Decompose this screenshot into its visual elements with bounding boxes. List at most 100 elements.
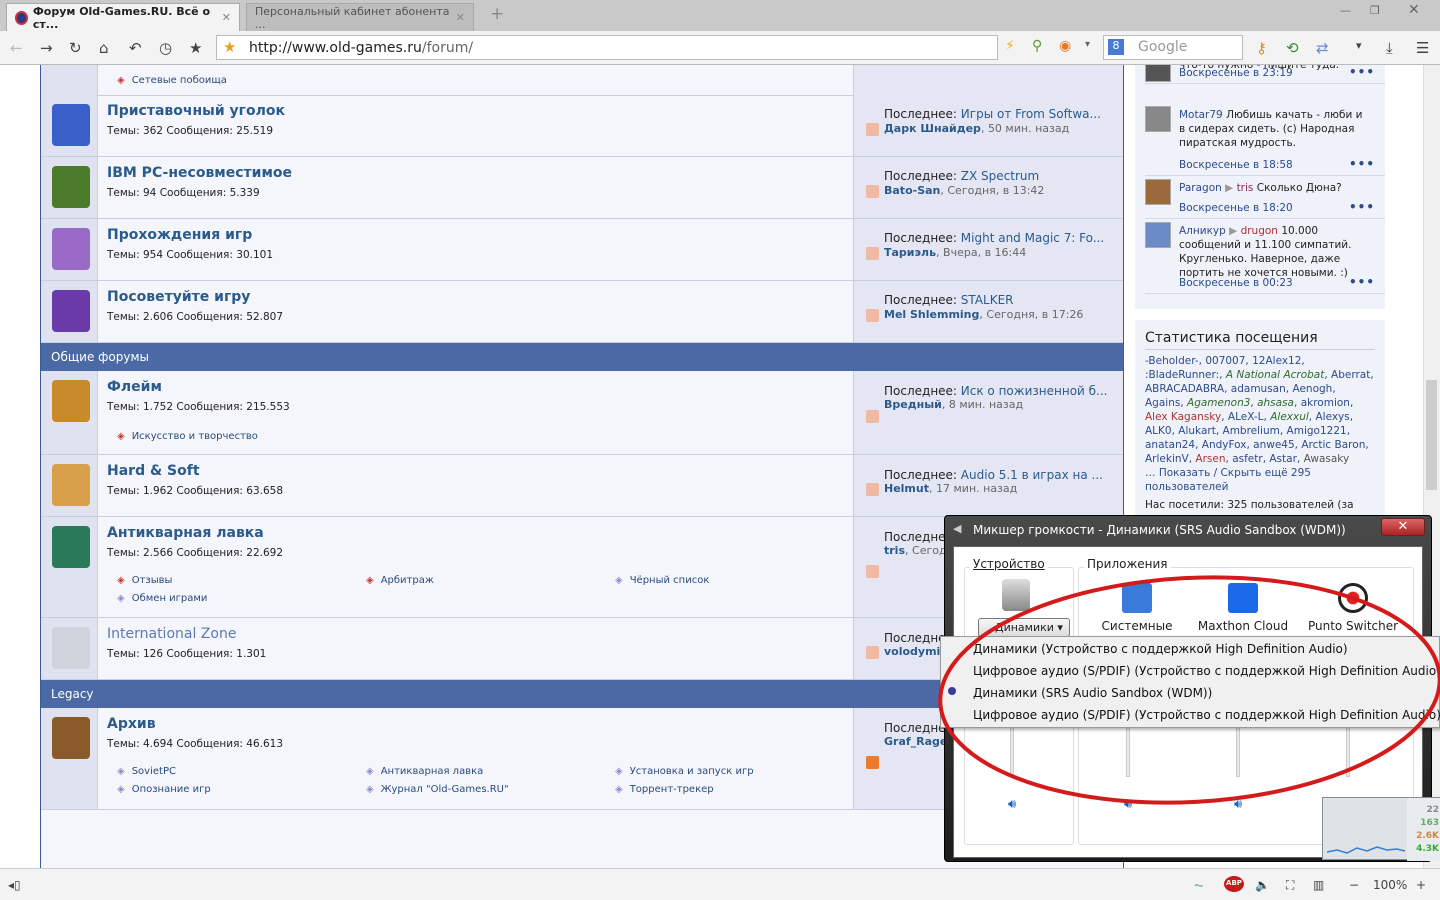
visitor-name-link[interactable]: akromion — [1301, 397, 1350, 409]
device-dropdown[interactable]: Динамики ▾ — [978, 618, 1070, 637]
zoom-level[interactable]: 100% — [1373, 878, 1407, 892]
rss-icon[interactable] — [866, 646, 879, 659]
google-icon[interactable]: 8 — [1108, 39, 1124, 55]
subforum-link[interactable]: ◈ Установка и запуск игр — [615, 766, 754, 777]
visitor-name-link[interactable]: ALK0 — [1145, 425, 1172, 437]
forum-title-link[interactable]: Hard & Soft — [107, 463, 200, 479]
volume-slider[interactable] — [1126, 727, 1130, 777]
visitor-name-link[interactable]: Awasaky — [1304, 453, 1350, 465]
last-post-thread-link[interactable]: ZX Spectrum — [961, 169, 1039, 183]
zoom-out-button[interactable]: − — [1349, 878, 1359, 892]
subforum-link[interactable]: ◈ Искусство и творчество — [117, 431, 258, 442]
visitor-name-link[interactable]: AndyFox — [1202, 439, 1247, 451]
visitor-name-link[interactable]: Aberrat — [1331, 369, 1370, 381]
visitor-name-link[interactable]: Arsen — [1195, 453, 1225, 465]
volume-slider[interactable] — [1236, 727, 1240, 777]
subforum-link[interactable]: ◈ Антикварная лавка — [366, 766, 483, 777]
visitor-name-link[interactable]: Astar — [1269, 453, 1297, 465]
visitor-name-link[interactable]: ALeX-L — [1228, 411, 1264, 423]
visitor-name-link[interactable]: asfetr — [1232, 453, 1263, 465]
translate-icon[interactable]: ⇄ — [1316, 39, 1329, 57]
forum-title-link[interactable]: Прохождения игр — [107, 227, 252, 243]
tab-personal-account[interactable]: Персональный кабинет абонента ... ✕ — [246, 3, 474, 31]
visitor-name-link[interactable]: Aenogh — [1292, 383, 1332, 395]
forum-title-link[interactable]: Посоветуйте игру — [107, 289, 250, 305]
search-input[interactable]: 8 Google — [1103, 35, 1243, 60]
last-post-user-link[interactable]: volodymi — [884, 645, 940, 658]
rss-icon[interactable] — [866, 309, 879, 322]
subforum-link[interactable]: ◈ Журнал "Old-Games.RU" — [366, 784, 509, 795]
reload-icon[interactable]: ↻ — [69, 39, 82, 57]
recipient-link[interactable]: drugon — [1241, 225, 1278, 237]
volume-slider[interactable] — [1346, 727, 1350, 777]
visitor-name-link[interactable]: ABRACADABRA — [1145, 383, 1224, 395]
visitor-name-link[interactable]: A National Acrobat — [1226, 369, 1325, 381]
visitor-name-link[interactable]: ahsasa — [1257, 397, 1294, 409]
close-tab-icon[interactable]: ✕ — [456, 11, 465, 24]
dropdown-icon[interactable]: ▾ — [1085, 39, 1090, 50]
sound-icon[interactable]: 🔈 — [1255, 878, 1270, 892]
forum-title-link[interactable]: International Zone — [107, 626, 236, 642]
subforum-link[interactable]: ◈ Отзывы — [117, 575, 172, 586]
last-post-thread-link[interactable]: Иск о пожизненной б... — [961, 384, 1108, 398]
more-options-icon[interactable]: ••• — [1349, 65, 1375, 79]
close-button[interactable]: ✕ — [1381, 518, 1425, 536]
post-date-link[interactable]: Воскресенье в 23:19 — [1179, 67, 1293, 79]
main-menu-icon[interactable]: ☰ — [1416, 39, 1429, 57]
monitor-icon[interactable]: ⏦ — [1194, 878, 1204, 893]
last-post-thread-link[interactable]: Audio 5.1 в играх на ... — [961, 468, 1103, 482]
visitor-name-link[interactable]: ArlekinV — [1145, 453, 1189, 465]
user-link[interactable]: Paragon — [1179, 182, 1222, 194]
user-avatar[interactable] — [1145, 179, 1171, 205]
menu-item[interactable]: Динамики (Устройство с поддержкой High D… — [973, 642, 1348, 656]
post-date-link[interactable]: Воскресенье в 18:58 — [1179, 159, 1293, 171]
subforum-link[interactable]: ◈ Сетевые побоища — [117, 75, 227, 86]
forum-title-link[interactable]: Приставочный уголок — [107, 103, 285, 119]
address-bar[interactable]: ★ http://www.old-games.ru/forum/ ⚡ ⚲ ◉ ▾ — [216, 35, 1090, 60]
app-maxthon-cloud[interactable]: Maxthon Cloud — [1188, 583, 1298, 633]
subforum-link[interactable]: ◈ Опознание игр — [117, 784, 211, 795]
download-icon[interactable]: ⤓ — [1386, 39, 1393, 57]
fullscreen-icon[interactable]: ⛶ — [1286, 878, 1294, 893]
key-icon[interactable]: ⚷ — [1256, 39, 1267, 57]
magnifier-icon[interactable]: ⟲ — [1286, 39, 1299, 57]
close-tab-icon[interactable]: ✕ — [222, 11, 231, 24]
menu-dropdown-icon[interactable]: ▾ — [1356, 39, 1362, 52]
tab-forum[interactable]: Форум Old-Games.RU. Всё о ст... ✕ — [6, 3, 240, 31]
menu-item-selected[interactable]: Динамики (SRS Audio Sandbox (WDM)) — [973, 686, 1212, 700]
visitor-name-link[interactable]: Agamenon3 — [1187, 397, 1250, 409]
forward-icon[interactable]: → — [40, 39, 53, 57]
visitor-name-link[interactable]: Alukart — [1178, 425, 1216, 437]
forum-title-link[interactable]: Антикварная лавка — [107, 525, 264, 541]
last-post-user-link[interactable]: tris — [884, 544, 905, 557]
app-punto-switcher[interactable]: Punto Switcher — [1298, 583, 1408, 633]
rss-icon[interactable] — [866, 483, 879, 496]
visitor-name-link[interactable]: Alexys — [1315, 411, 1349, 423]
rss-icon[interactable] — [866, 756, 879, 769]
post-date-link[interactable]: Воскресенье в 18:20 — [1179, 202, 1293, 214]
visitor-name-link[interactable]: 12Alex12 — [1252, 355, 1301, 367]
subforum-link[interactable]: ◈ Арбитраж — [366, 575, 434, 586]
mute-speaker-icon[interactable]: 🔊︎ — [1234, 797, 1242, 812]
split-view-icon[interactable]: ▥ — [1313, 878, 1324, 892]
home-icon[interactable]: ⌂ — [99, 39, 109, 57]
last-post-user-link[interactable]: Bato-San — [884, 184, 940, 197]
visitor-name-link[interactable]: :BladeRunner: — [1145, 369, 1219, 381]
adblock-icon[interactable]: ABP — [1224, 876, 1244, 892]
last-post-thread-link[interactable]: STALKER — [961, 293, 1014, 307]
last-post-user-link[interactable]: Helmut — [884, 482, 929, 495]
maximize-button[interactable]: ❐ — [1370, 4, 1380, 17]
user-avatar[interactable] — [1145, 222, 1171, 248]
bookmark-star-icon[interactable]: ★ — [223, 38, 236, 56]
rss-icon[interactable] — [866, 410, 879, 423]
visitor-name-link[interactable]: Ambrelium — [1223, 425, 1280, 437]
show-more-link[interactable]: Показать / Скрыть ещё 295 пользователей — [1145, 467, 1311, 493]
user-link[interactable]: Алникур — [1179, 225, 1226, 237]
close-window-button[interactable]: ✕ — [1408, 2, 1420, 18]
zoom-in-button[interactable]: + — [1416, 878, 1426, 892]
forum-title-link[interactable]: Архив — [107, 716, 156, 732]
rss-icon[interactable] — [866, 123, 879, 136]
user-link[interactable]: Motar79 — [1179, 109, 1223, 121]
back-icon[interactable]: ← — [10, 39, 23, 57]
more-options-icon[interactable]: ••• — [1349, 157, 1375, 171]
